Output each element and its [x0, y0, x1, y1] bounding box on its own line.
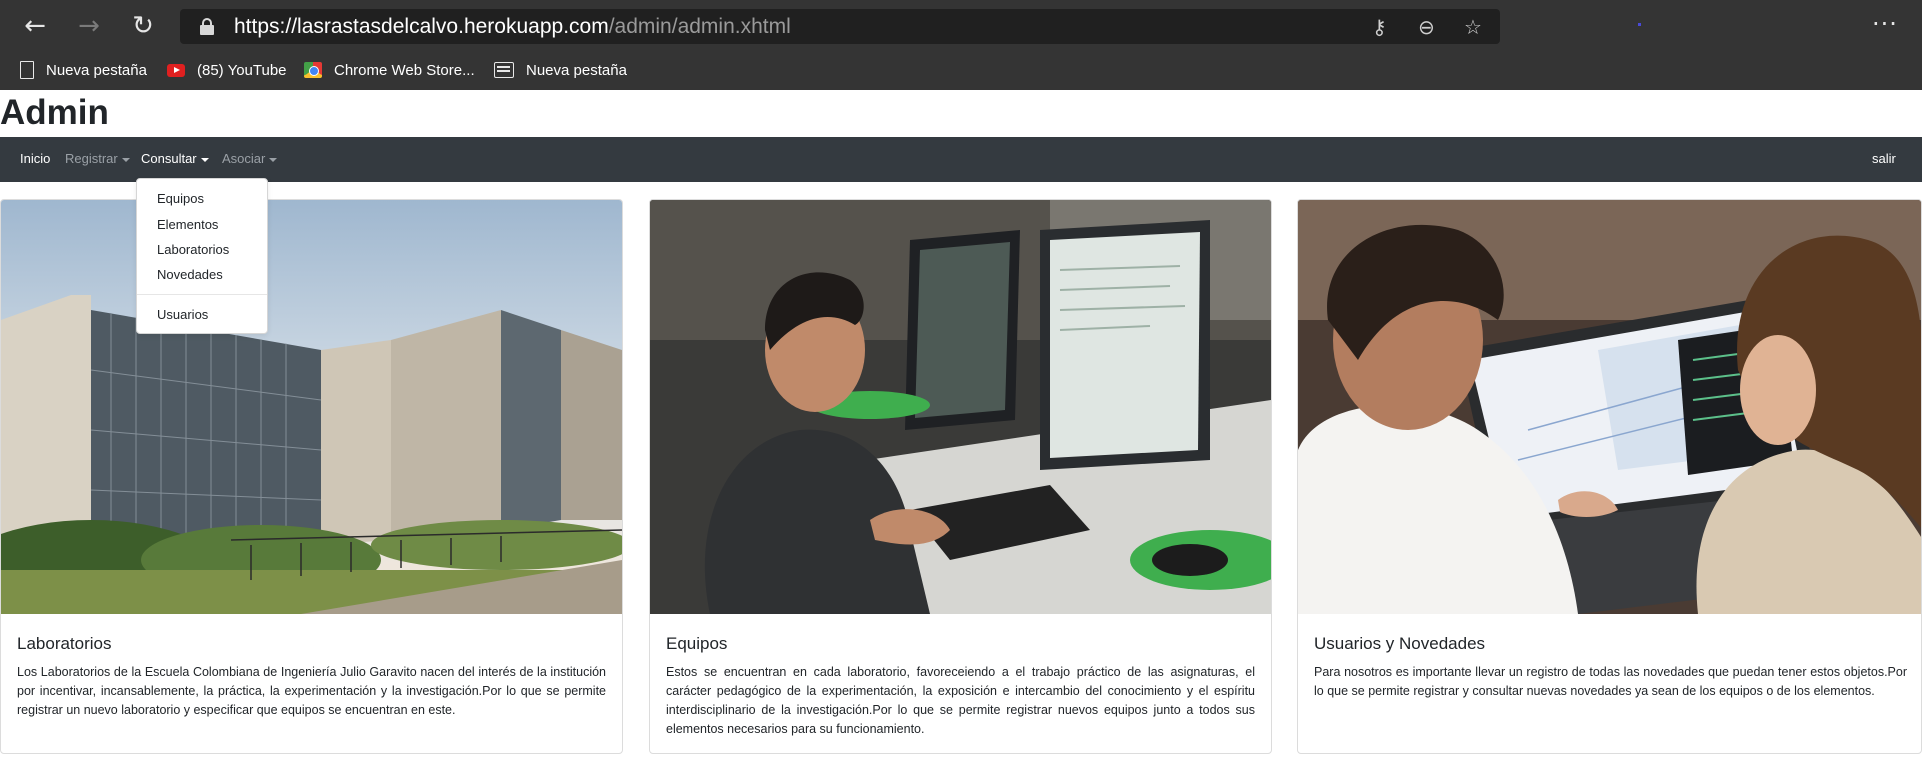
dropdown-divider [137, 294, 267, 295]
nav-item-inicio[interactable]: Inicio [20, 150, 50, 168]
caret-down-icon [121, 157, 130, 162]
extension-indicator [1638, 23, 1641, 26]
url-prefix: https:// [234, 15, 298, 38]
nav-item-registrar[interactable]: Registrar [65, 150, 130, 168]
url-text[interactable]: https://lasrastasdelcalvo.herokuapp.com/… [234, 14, 791, 40]
card-laboratorios: Laboratorios Los Laboratorios de la Escu… [0, 199, 623, 754]
card-title: Laboratorios [17, 634, 112, 653]
nav-item-label: Consultar [141, 151, 197, 166]
back-arrow-icon[interactable]: ← [20, 12, 50, 40]
card-equipos: Equipos Estos se encuentran en cada labo… [649, 199, 1272, 754]
url-path: /admin/admin.xhtml [608, 15, 791, 38]
nav-item-consultar[interactable]: Consultar [141, 150, 209, 168]
dropdown-item-elementos[interactable]: Elementos [157, 216, 218, 234]
caret-down-icon [269, 157, 278, 162]
card-title: Equipos [666, 634, 728, 653]
nav-item-asociar[interactable]: Asociar [222, 150, 278, 168]
students-laptop-photo [1298, 200, 1921, 614]
address-row: ← → ↻ https://lasrastasdelcalvo.herokuap… [0, 0, 1922, 52]
key-icon[interactable]: ⚷ [1372, 15, 1387, 39]
caret-down-icon [200, 157, 209, 162]
url-host: lasrastasdelcalvo.herokuapp.com [297, 15, 609, 38]
chrome-web-store-icon [304, 62, 322, 78]
dropdown-item-usuarios[interactable]: Usuarios [157, 306, 208, 324]
bookmark-nueva-pestana-2[interactable]: Nueva pestaña [494, 58, 627, 82]
logout-link[interactable]: salir [1872, 150, 1896, 168]
page-title: Admin [0, 93, 109, 132]
page-icon [20, 61, 34, 79]
dropdown-item-laboratorios[interactable]: Laboratorios [157, 241, 229, 259]
nav-item-label: Registrar [65, 151, 118, 166]
building-photo [1, 200, 622, 614]
address-bar[interactable]: https://lasrastasdelcalvo.herokuapp.com/… [180, 9, 1500, 44]
card-text: Para nosotros es importante llevar un re… [1314, 665, 1907, 698]
youtube-icon [167, 63, 185, 77]
bookmark-label: (85) YouTube [197, 61, 287, 79]
card-text: Estos se encuentran en cada laboratorio,… [666, 665, 1255, 736]
consultar-dropdown-menu: Equipos Elementos Laboratorios Novedades… [136, 178, 268, 334]
bookmarks-bar: Nueva pestaña (85) YouTube Chrome Web St… [0, 52, 1922, 90]
more-menu-icon[interactable]: ··· [1872, 10, 1898, 38]
main-navbar: Inicio Registrar Consultar Asociar salir [0, 137, 1922, 182]
student-computer-photo [650, 200, 1271, 614]
dropdown-item-novedades[interactable]: Novedades [157, 266, 223, 284]
bookmark-label: Nueva pestaña [526, 61, 627, 79]
bookmark-label: Nueva pestaña [46, 61, 147, 79]
bookmark-nueva-pestana-1[interactable]: Nueva pestaña [20, 58, 147, 82]
lock-icon[interactable] [200, 18, 214, 35]
bookmark-youtube[interactable]: (85) YouTube [167, 58, 287, 82]
bookmark-label: Chrome Web Store... [334, 61, 475, 79]
forward-arrow-icon[interactable]: → [74, 12, 104, 40]
nav-item-label: Asociar [222, 151, 266, 166]
card-text: Los Laboratorios de la Escuela Colombian… [17, 665, 606, 717]
dropdown-item-equipos[interactable]: Equipos [157, 190, 204, 208]
reload-icon[interactable]: ↻ [128, 12, 158, 40]
tab-icon [494, 62, 514, 78]
zoom-out-icon[interactable]: ⊖ [1418, 15, 1435, 39]
card-title: Usuarios y Novedades [1314, 634, 1486, 653]
card-usuarios-novedades: Usuarios y Novedades Para nosotros es im… [1297, 199, 1922, 754]
bookmark-chrome-web-store[interactable]: Chrome Web Store... [304, 58, 475, 82]
browser-toolbar: ← → ↻ https://lasrastasdelcalvo.herokuap… [0, 0, 1922, 90]
favorite-star-icon[interactable]: ☆ [1464, 15, 1482, 39]
